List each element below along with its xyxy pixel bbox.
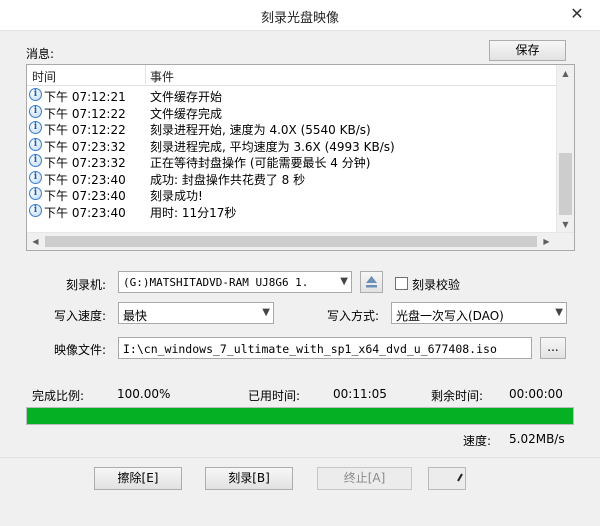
info-icon: i [29,104,42,118]
vertical-scrollbar[interactable]: ▲ ▼ [556,65,574,233]
log-time: 下午 07:23:32 [44,139,126,154]
browse-button[interactable]: ... [540,337,566,359]
messages-label: 消息: [26,47,55,61]
column-header-event[interactable]: 事件 [150,68,174,85]
burner-label: 刻录机: [66,278,107,292]
log-row[interactable]: i 下午 07:23:32 刻录进程完成, 平均速度为 3.6X (4993 KB/… [27,137,557,154]
elapsed-label: 已用时间: [248,389,301,403]
speed-label: 速度: [463,434,492,448]
verify-label: 刻录校验 [412,278,461,292]
log-event: 成功: 封盘操作共花费了 8 秒 [150,172,306,187]
message-log[interactable]: 时间 事件 i 下午 07:12:21 文件缓存开始 i 下午 07:12:22 文件缓存… [26,64,575,251]
log-event: 刻录成功! [150,189,203,203]
log-row[interactable]: i 下午 07:12:21 文件缓存开始 [27,87,557,104]
write-mode-value: 光盘一次写入(DAO) [396,309,504,323]
remaining-label: 剩余时间: [431,389,484,403]
title-bar: 刻录光盘映像 ✕ [0,0,600,31]
write-speed-value: 最快 [123,309,148,323]
image-file-label: 映像文件: [54,343,107,357]
horizontal-scroll-thumb[interactable] [45,236,537,247]
erase-button[interactable]: 擦除[E] [94,467,182,490]
log-event: 正在等待封盘操作 (可能需要最长 4 分钟) [150,156,371,170]
write-mode-select[interactable]: 光盘一次写入(DAO) ▼ [391,302,567,324]
burn-progress-bar [26,407,574,425]
log-time: 下午 07:23:40 [44,172,126,187]
elapsed-value: 00:11:05 [333,387,387,401]
scroll-left-icon[interactable]: ◀ [27,233,44,250]
log-event: 刻录进程完成, 平均速度为 3.6X (4993 KB/s) [150,139,395,154]
pen-icon [457,473,463,482]
write-speed-select[interactable]: 最快 ▼ [118,302,274,324]
save-button[interactable]: 保存 [489,40,566,61]
log-event: 文件缓存开始 [150,90,223,104]
write-mode-label: 写入方式: [327,309,380,323]
log-row[interactable]: i 下午 07:12:22 刻录进程开始, 速度为 4.0X (5540 KB/s) [27,120,557,137]
log-time: 下午 07:12:22 [44,106,126,121]
log-time: 下午 07:23:40 [44,189,126,203]
info-icon: i [29,187,42,200]
chevron-down-icon: ▼ [340,276,348,287]
eject-button[interactable] [360,271,383,293]
window-title: 刻录光盘映像 [260,11,339,26]
info-icon: i [29,203,42,217]
log-row[interactable]: i 下午 07:23:32 正在等待封盘操作 (可能需要最长 4 分钟) [27,153,557,170]
log-event: 文件缓存完成 [150,106,223,121]
burner-value: (G:)MATSHITADVD-RAM UJ8G6 1. [123,276,309,289]
image-file-input[interactable]: I:\cn_windows_7_ultimate_with_sp1_x64_dv… [118,337,532,359]
log-header: 时间 事件 [27,65,557,86]
column-header-time[interactable]: 时间 [32,68,56,85]
log-time: 下午 07:12:21 [44,90,126,104]
verify-checkbox[interactable] [395,277,408,290]
divider [0,457,600,458]
log-event: 刻录进程开始, 速度为 4.0X (5540 KB/s) [150,123,371,137]
stop-button[interactable]: 终止[A] [317,467,412,490]
chevron-down-icon: ▼ [555,307,563,318]
extra-button[interactable] [428,467,466,490]
info-icon: i [29,137,42,151]
chevron-down-icon: ▼ [262,307,270,318]
scroll-up-icon[interactable]: ▲ [557,65,574,82]
scroll-down-icon[interactable]: ▼ [557,216,574,233]
remaining-value: 00:00:00 [509,387,563,401]
horizontal-scrollbar[interactable]: ◀ ▶ [27,232,574,250]
info-icon: i [29,154,42,167]
completion-value: 100.00% [117,387,171,401]
log-row[interactable]: i 下午 07:23:40 用时: 11分17秒 [27,203,557,220]
progress-fill [27,408,573,424]
info-icon: i [29,121,42,134]
log-event: 用时: 11分17秒 [150,205,237,220]
log-row[interactable]: i 下午 07:23:40 成功: 封盘操作共花费了 8 秒 [27,170,557,187]
log-row[interactable]: i 下午 07:12:22 文件缓存完成 [27,104,557,121]
log-time: 下午 07:23:32 [44,156,126,170]
log-time: 下午 07:12:22 [44,123,126,137]
burner-select[interactable]: (G:)MATSHITADVD-RAM UJ8G6 1. ▼ [118,271,352,293]
scroll-right-icon[interactable]: ▶ [538,233,555,250]
info-icon: i [29,88,42,101]
close-icon[interactable]: ✕ [568,5,586,23]
speed-value: 5.02MB/s [509,432,565,446]
log-row[interactable]: i 下午 07:23:40 刻录成功! [27,186,557,203]
log-time: 下午 07:23:40 [44,205,126,220]
eject-icon [366,276,377,288]
image-file-path: I:\cn_windows_7_ultimate_with_sp1_x64_dv… [123,342,497,356]
burn-button[interactable]: 刻录[B] [205,467,293,490]
completion-label: 完成比例: [32,389,85,403]
vertical-scroll-thumb[interactable] [559,153,572,215]
info-icon: i [29,170,42,184]
write-speed-label: 写入速度: [54,309,107,323]
